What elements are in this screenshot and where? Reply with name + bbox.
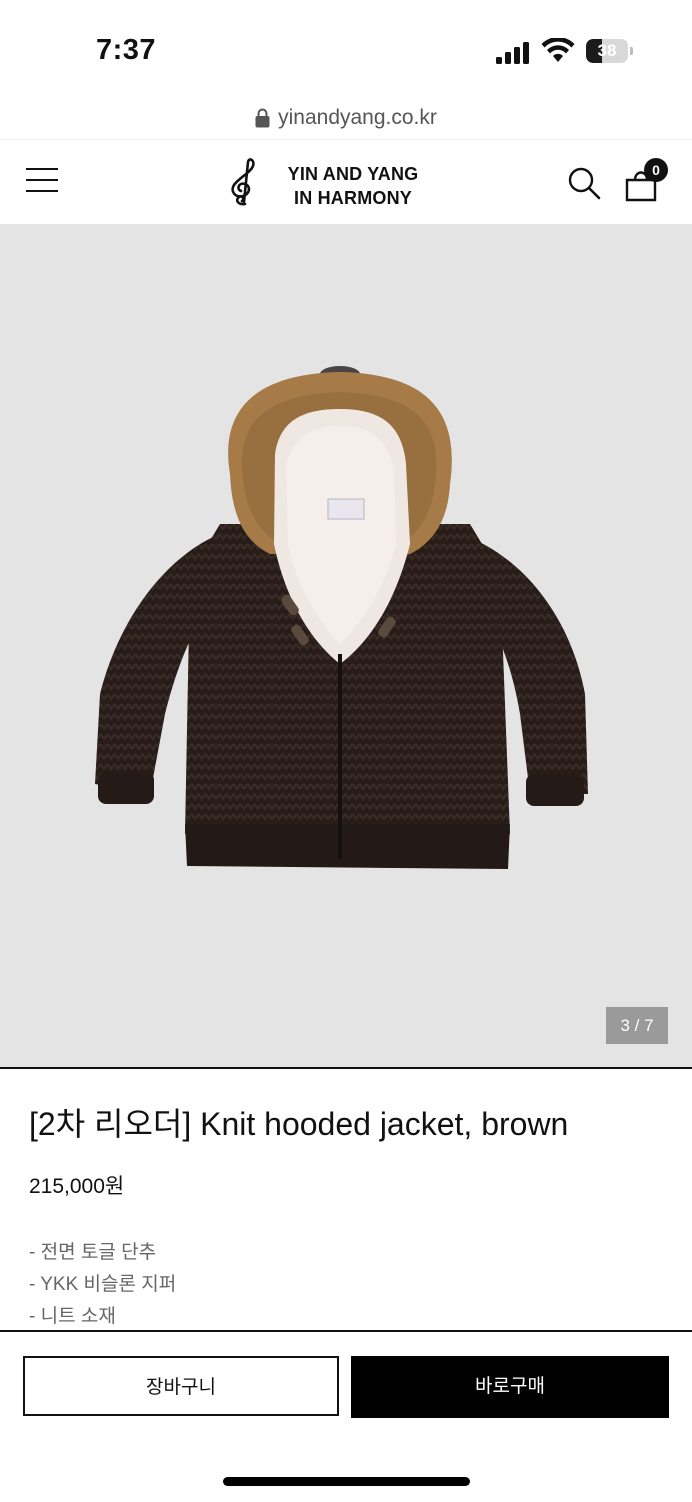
search-icon[interactable] — [567, 166, 601, 200]
menu-icon-line — [26, 190, 58, 192]
product-image[interactable] — [90, 354, 600, 874]
home-indicator[interactable] — [223, 1477, 470, 1486]
detail-item: - YKK 비슬론 지퍼 — [29, 1274, 177, 1295]
product-price: 215,000원 — [29, 1175, 125, 1198]
status-bar: 7:37 38 — [0, 0, 692, 100]
cart-button[interactable]: 0 — [624, 158, 668, 202]
wifi-icon — [541, 38, 575, 62]
cart-count-badge: 0 — [644, 158, 668, 182]
logo-line-1: YIN AND YANG — [287, 164, 419, 184]
detail-item: - 니트 소재 — [29, 1306, 116, 1327]
bottom-action-bar: 장바구니 바로구매 — [0, 1330, 692, 1502]
status-time: 7:37 — [96, 34, 157, 66]
product-title: [2차 리오더] Knit hooded jacket, brown — [29, 1106, 569, 1142]
battery-percent: 38 — [597, 41, 617, 60]
buy-now-button[interactable]: 바로구매 — [351, 1356, 669, 1418]
menu-icon-line — [26, 179, 58, 181]
product-image-gallery[interactable]: 3 / 7 — [0, 224, 692, 1067]
image-pager: 3 / 7 — [606, 1007, 668, 1044]
add-to-cart-button[interactable]: 장바구니 — [23, 1356, 339, 1416]
detail-item: - 전면 토글 단추 — [29, 1242, 157, 1263]
url-text: yinandyang.co.kr — [278, 106, 437, 129]
product-details: - 전면 토글 단추 - YKK 비슬론 지퍼 - 니트 소재 — [29, 1237, 176, 1333]
logo-line-2: IN HARMONY — [294, 188, 412, 208]
site-header: YIN AND YANG IN HARMONY 0 — [0, 139, 692, 226]
url-bar[interactable]: yinandyang.co.kr — [0, 100, 692, 138]
cellular-signal-icon — [496, 42, 529, 64]
lock-icon — [255, 108, 270, 128]
treble-clef-icon — [231, 158, 255, 206]
menu-icon-line — [26, 168, 58, 170]
site-logo[interactable]: YIN AND YANG IN HARMONY — [226, 158, 426, 208]
gallery-divider — [0, 1067, 692, 1069]
battery-icon: 38 — [586, 39, 634, 63]
menu-button[interactable] — [26, 168, 58, 194]
